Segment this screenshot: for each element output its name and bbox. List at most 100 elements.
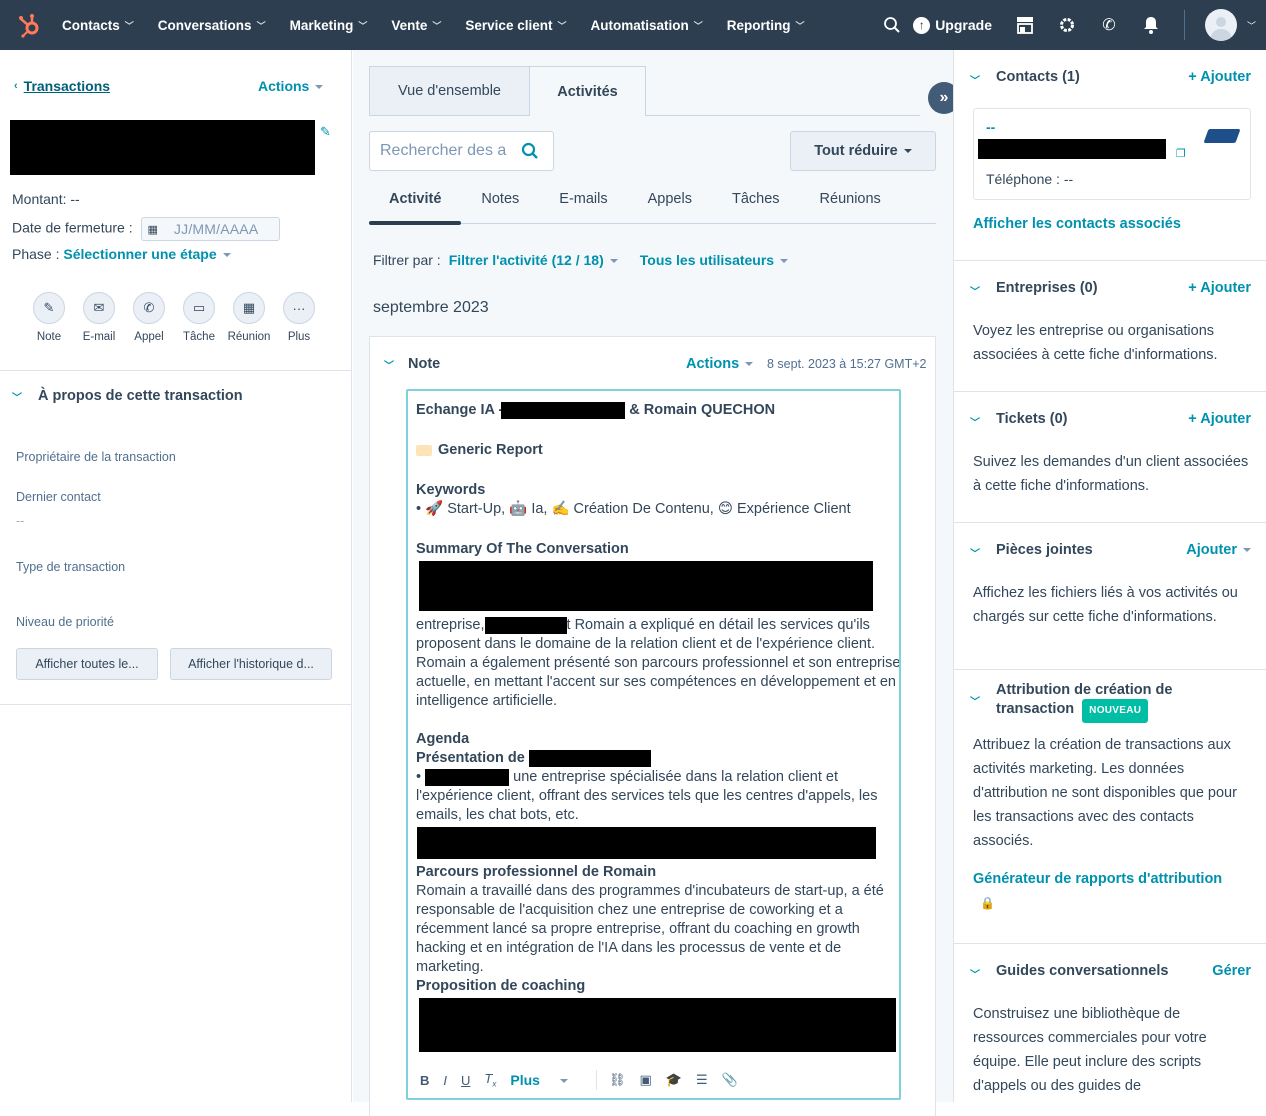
close-date-input[interactable]: ▦ JJ/MM/AAAA	[140, 217, 280, 241]
attribution-toggle[interactable]: ﹀ Attribution de création de transaction N…	[970, 681, 1196, 723]
settings-gear-icon[interactable]	[1056, 14, 1078, 36]
underline-icon[interactable]: U	[461, 1073, 470, 1088]
quick-action-label: E-mail	[82, 331, 116, 343]
agenda-title: Agenda	[416, 731, 470, 747]
add-attachment-dropdown[interactable]: Ajouter	[1186, 542, 1251, 558]
search-icon[interactable]	[881, 14, 903, 36]
clear-format-icon[interactable]: Tx	[484, 1071, 496, 1089]
notifications-bell-icon[interactable]	[1140, 14, 1162, 36]
note-editor[interactable]: Echange IA - & Romain QUECHON Generic Rep…	[406, 389, 901, 1100]
attachments-title: Pièces jointes	[996, 542, 1093, 558]
quick-action-task[interactable]: ▭ Tâche	[174, 292, 224, 343]
add-ticket-button[interactable]: + Ajouter	[1188, 411, 1251, 427]
manage-playbooks-button[interactable]: Gérer	[1212, 963, 1251, 979]
view-associated-contacts-link[interactable]: Afficher les contacts associés	[973, 216, 1181, 232]
nav-marketing[interactable]: Marketing ﹀	[290, 18, 368, 33]
attribution-report-link[interactable]: Générateur de rapports d'attribution	[973, 871, 1222, 887]
note-toggle[interactable]: ﹀ Note	[384, 356, 440, 372]
note-timestamp: 8 sept. 2023 à 15:27 GMT+2	[767, 357, 927, 371]
playbooks-toggle[interactable]: ﹀ Guides conversationnels	[970, 963, 1168, 981]
prop-priority-label: Niveau de priorité	[16, 615, 114, 629]
tickets-toggle[interactable]: ﹀ Tickets (0)	[970, 411, 1067, 429]
marketplace-icon[interactable]	[1014, 14, 1036, 36]
subtab-emails[interactable]: E-mails	[559, 186, 607, 223]
add-company-button[interactable]: + Ajouter	[1188, 280, 1251, 296]
note-body[interactable]: Echange IA - & Romain QUECHON Generic Rep…	[416, 401, 899, 1053]
quick-action-more[interactable]: ··· Plus	[274, 292, 324, 343]
subtab-activity[interactable]: Activité	[389, 186, 441, 223]
chevron-down-icon: ﹀	[970, 697, 980, 708]
nav-automatisation[interactable]: Automatisation ﹀	[590, 18, 702, 33]
edit-pencil-icon[interactable]: ✎	[320, 124, 331, 140]
nav-contacts[interactable]: Contacts ﹀	[62, 18, 134, 33]
document-icon[interactable]: ☰	[696, 1072, 708, 1088]
nav-label: Reporting	[726, 17, 791, 33]
tab-activities[interactable]: Activités	[530, 66, 646, 116]
companies-text: Voyez les entreprise ou organisations as…	[973, 323, 1218, 363]
quick-action-note[interactable]: ✎ Note	[24, 292, 74, 343]
activity-search-input[interactable]: Rechercher des a	[369, 131, 554, 171]
hubspot-logo-icon[interactable]	[16, 11, 44, 39]
note-actions-dropdown[interactable]: Actions	[686, 356, 754, 372]
upgrade-button[interactable]: ↑ Upgrade	[913, 16, 992, 34]
subtab-notes[interactable]: Notes	[481, 186, 519, 223]
note-actions-label: Actions	[686, 356, 740, 372]
nav-divider	[1183, 10, 1185, 40]
contact-name-link[interactable]: --	[986, 119, 995, 135]
search-icon[interactable]	[521, 142, 539, 165]
bold-icon[interactable]: B	[420, 1073, 429, 1088]
subtab-calls[interactable]: Appels	[648, 186, 692, 223]
italic-icon[interactable]: I	[443, 1073, 447, 1088]
activity-panel: Vue d'ensemble Activités » Rechercher de…	[353, 50, 960, 1116]
user-avatar[interactable]	[1204, 9, 1237, 41]
collapse-label: Tout réduire	[814, 143, 898, 159]
contact-phone: Téléphone : --	[986, 171, 1074, 187]
back-label[interactable]: Transactions	[24, 78, 110, 94]
filter-activity-dropdown[interactable]: Filtrer l'activité (12 / 18)	[449, 252, 618, 268]
chevron-down-icon[interactable]: ﹀	[1247, 19, 1256, 32]
calling-icon[interactable]: ✆	[1098, 14, 1120, 36]
view-all-properties-button[interactable]: Afficher toutes le...	[16, 648, 158, 680]
more-format-dropdown[interactable]: Plus	[510, 1072, 582, 1088]
nav-conversations[interactable]: Conversations ﹀	[158, 18, 266, 33]
subtab-meetings[interactable]: Réunions	[820, 186, 881, 223]
nav-service-client[interactable]: Service client ﹀	[465, 18, 566, 33]
tab-overview[interactable]: Vue d'ensemble	[369, 66, 530, 116]
summary-line: entreprise, t Romain a expliqué en détail…	[416, 616, 899, 635]
nav-reporting[interactable]: Reporting ﹀	[727, 18, 805, 33]
attachment-icon[interactable]: 📎	[722, 1072, 738, 1088]
summary-title: Summary Of The Conversation	[416, 541, 629, 557]
more-format-label: Plus	[510, 1072, 540, 1088]
report-label: Generic Report	[438, 442, 543, 458]
filter-users-dropdown[interactable]: Tous les utilisateurs	[640, 252, 789, 268]
quick-action-call[interactable]: ✆ Appel	[124, 292, 174, 343]
copy-icon[interactable]: ❐	[1176, 147, 1186, 160]
link-icon[interactable]: ⛓	[609, 1072, 626, 1088]
month-heading: septembre 2023	[373, 299, 489, 316]
caret-down-icon	[903, 149, 912, 153]
knowledge-icon[interactable]: 🎓	[666, 1072, 682, 1088]
collapse-all-button[interactable]: Tout réduire	[790, 131, 936, 171]
view-property-history-button[interactable]: Afficher l'historique d...	[170, 648, 332, 680]
record-actions-dropdown[interactable]: Actions	[258, 78, 324, 94]
quick-action-label: Appel	[134, 331, 164, 343]
quick-action-email[interactable]: ✉ E-mail	[74, 292, 124, 343]
companies-toggle[interactable]: ﹀ Entreprises (0)	[970, 280, 1098, 298]
keywords-list: • 🚀 Start-Up, 🤖 Ia, ✍️ Création De Conte…	[416, 501, 851, 517]
nav-vente[interactable]: Vente ﹀	[391, 18, 441, 33]
back-to-transactions-link[interactable]: ‹ Transactions	[14, 78, 110, 94]
quick-actions: ✎ Note ✉ E-mail ✆ Appel ▭ Tâche ▦ Réunion ···…	[24, 292, 324, 343]
subtab-tasks[interactable]: Tâches	[732, 186, 780, 223]
phase-select[interactable]: Sélectionner une étape	[63, 246, 231, 262]
attachments-toggle[interactable]: ﹀ Pièces jointes	[970, 542, 1093, 560]
quick-action-meeting[interactable]: ▦ Réunion	[224, 292, 274, 343]
tab-divider	[645, 115, 920, 116]
contacts-toggle[interactable]: ﹀ Contacts (1)	[970, 69, 1080, 87]
parcours-text: Romain a travaillé dans des programmes d…	[416, 883, 884, 975]
prop-last-contact-value[interactable]: --	[16, 514, 24, 528]
image-icon[interactable]: ▣	[639, 1072, 651, 1088]
attribution-title-wrap: Attribution de création de transaction NO…	[996, 681, 1196, 723]
add-contact-button[interactable]: + Ajouter	[1188, 69, 1251, 85]
amount-field: Montant: --	[12, 191, 80, 207]
about-section-toggle[interactable]: ﹀ À propos de cette transaction	[12, 388, 243, 404]
